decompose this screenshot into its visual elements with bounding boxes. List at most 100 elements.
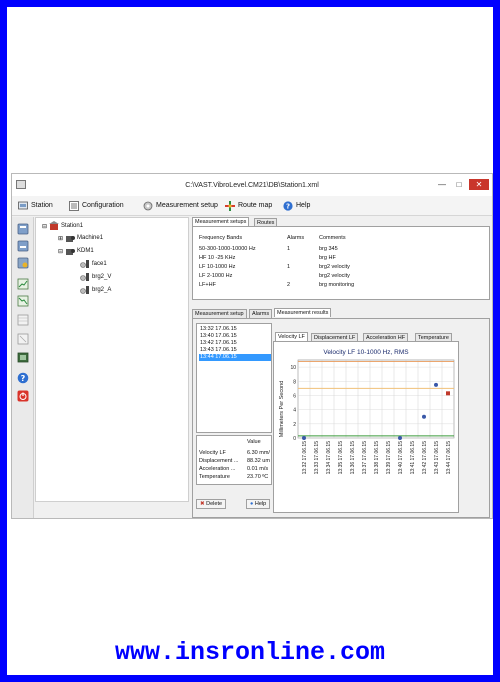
value-row: Acceleration ... 0.01 m/s: [199, 466, 268, 474]
close-button[interactable]: ✕: [469, 179, 489, 190]
tab-measurement-setups[interactable]: Measurement setups: [192, 217, 250, 226]
collapse-icon[interactable]: ⊟: [42, 223, 47, 230]
chart-up-icon[interactable]: [17, 278, 29, 290]
table-row[interactable]: 50-300-1000-10000 Hz 1 brg 345: [196, 246, 476, 254]
measurement-setups-panel: Frequency Bands Alarms Comments 50-300-1…: [192, 226, 490, 300]
chart-tab-velocity[interactable]: Velocity LF: [275, 332, 308, 341]
x-tick-label: 13:36 17.06.15: [350, 441, 356, 475]
y-axis-label: Millimeters Per Second: [279, 381, 285, 438]
value-name: Velocity LF: [199, 450, 226, 456]
x-tick-label: 13:43 17.06.15: [434, 441, 440, 475]
data-point: [302, 436, 306, 440]
y-tick-label: 4: [293, 408, 296, 414]
page-frame: C:\VAST.VibroLevel.CM21\DB\Station1.xml …: [7, 7, 493, 675]
title-bar: C:\VAST.VibroLevel.CM21\DB\Station1.xml …: [12, 174, 492, 196]
help-small-label: Help: [254, 501, 267, 507]
column-header: Alarms: [287, 235, 305, 241]
measurement-dates-list[interactable]: 13:32 17.06.15 13:40 17.06.15 13:42 17.0…: [196, 323, 272, 433]
sidebar: ?: [12, 217, 34, 518]
help-button[interactable]: ? Help: [283, 200, 310, 212]
tab-measurement-setup[interactable]: Measurement setup: [192, 309, 247, 318]
table-row[interactable]: LF 2-1000 Hz brg2 velocity: [196, 273, 476, 281]
value-name: Acceleration ...: [199, 466, 236, 472]
tree-node-machine1[interactable]: ⊞ Machine1: [58, 233, 103, 243]
route-map-button[interactable]: Route map: [225, 200, 272, 212]
station-button[interactable]: Station: [18, 200, 53, 212]
database-export-icon[interactable]: [17, 257, 29, 269]
window-title: C:\VAST.VibroLevel.CM21\DB\Station1.xml: [185, 182, 319, 189]
comment-cell: brg monitoring: [319, 282, 355, 288]
tree-node-point[interactable]: face1: [80, 259, 107, 269]
sensor-icon: [80, 286, 89, 294]
value-name: Displacement ...: [199, 458, 239, 464]
y-tick-label: 2: [293, 422, 296, 428]
tree-node-kdm1[interactable]: ⊟ KDM1: [58, 246, 94, 256]
table-icon[interactable]: [17, 314, 29, 326]
value-column-header: Value: [247, 439, 261, 445]
comment-cell: brg2 velocity: [319, 273, 350, 279]
frequency-band-cell: LF+HF: [199, 282, 216, 288]
x-tick-labels: 13:32 17.06.15 13:33 17.06.15 13:34 17.06.…: [302, 441, 452, 475]
tree-node-point[interactable]: brg2_A: [80, 285, 111, 295]
x-tick-label: 13:34 17.06.15: [326, 441, 332, 475]
list-item[interactable]: 13:40 17.06.15: [199, 333, 271, 340]
help-icon: ?: [283, 201, 293, 211]
delete-button[interactable]: ✖ Delete: [196, 499, 227, 509]
list-item-selected[interactable]: 13:44 17.06.15: [199, 354, 271, 361]
frequency-band-cell: LF 10-1000 Hz: [199, 264, 236, 270]
app-window: C:\VAST.VibroLevel.CM21\DB\Station1.xml …: [11, 173, 493, 519]
table-row[interactable]: LF+HF 2 brg monitoring: [196, 282, 476, 290]
table-row[interactable]: HF 10 -25 KHz brg HF: [196, 255, 476, 263]
frequency-band-cell: 50-300-1000-10000 Hz: [199, 246, 256, 252]
chart-grid: [297, 359, 455, 439]
svg-text:?: ?: [21, 374, 26, 383]
sensor-icon: [80, 273, 89, 281]
frequency-band-cell: HF 10 -25 KHz: [199, 255, 236, 261]
column-header: Frequency Bands: [199, 235, 243, 241]
tab-alarms[interactable]: Alarms: [249, 309, 273, 318]
minimize-button[interactable]: —: [435, 179, 449, 190]
delete-icon: ✖: [200, 501, 205, 507]
table-row[interactable]: LF 10-1000 Hz 1 brg2 velocity: [196, 264, 476, 272]
tree-node-station[interactable]: ⊟ Station1: [42, 221, 83, 231]
database-icon[interactable]: [17, 223, 29, 235]
value-row: Velocity LF 6.30 mm/: [199, 450, 270, 458]
value-reading: 6.30 mm/: [247, 450, 270, 456]
x-tick-label: 13:35 17.06.15: [338, 441, 344, 475]
value-row: Temperature 23.70 ºC: [199, 474, 268, 482]
tree-label-station: Station1: [61, 223, 84, 229]
measurement-setup-button[interactable]: Measurement setup: [143, 200, 218, 212]
help-small-button[interactable]: ● Help: [246, 499, 271, 509]
tree-label-kdm1: KDM1: [77, 248, 94, 254]
configuration-label: Configuration: [82, 202, 124, 209]
list-item[interactable]: 13:32 17.06.15: [199, 326, 271, 333]
settings-grid-icon[interactable]: [17, 333, 29, 345]
maximize-button[interactable]: □: [452, 179, 466, 190]
tree-node-point[interactable]: brg2_V: [80, 272, 111, 282]
collapse-icon[interactable]: ⊟: [58, 248, 63, 255]
list-item[interactable]: 13:42 17.06.15: [199, 340, 271, 347]
x-tick-label: 13:42 17.06.15: [422, 441, 428, 475]
tree-label-point: face1: [92, 261, 107, 267]
column-header: Comments: [319, 235, 346, 241]
list-item[interactable]: 13:43 17.06.15: [199, 347, 271, 354]
value-reading: 0.01 m/s: [247, 466, 269, 472]
tab-measurement-results[interactable]: Measurement results: [274, 308, 332, 317]
route-map-label: Route map: [238, 202, 273, 209]
footer-url: www.insronline.com: [114, 638, 386, 667]
monitor-icon[interactable]: [17, 352, 29, 364]
gear-icon: [143, 201, 153, 211]
configuration-button[interactable]: Configuration: [69, 200, 124, 212]
expand-icon[interactable]: ⊞: [58, 235, 63, 242]
chart-title: Velocity LF 10-1000 Hz, RMS: [323, 349, 409, 356]
data-point: [398, 436, 402, 440]
y-tick-label: 10: [290, 365, 296, 371]
info-icon[interactable]: ?: [17, 372, 29, 384]
database-copy-icon[interactable]: [17, 240, 29, 252]
chart-down-icon[interactable]: [17, 295, 29, 307]
x-tick-label: 13:37 17.06.15: [362, 441, 368, 475]
x-tick-label: 13:44 17.06.15: [446, 441, 452, 475]
svg-text:?: ?: [286, 203, 290, 211]
x-tick-label: 13:41 17.06.15: [410, 441, 416, 475]
power-icon[interactable]: [17, 390, 29, 402]
